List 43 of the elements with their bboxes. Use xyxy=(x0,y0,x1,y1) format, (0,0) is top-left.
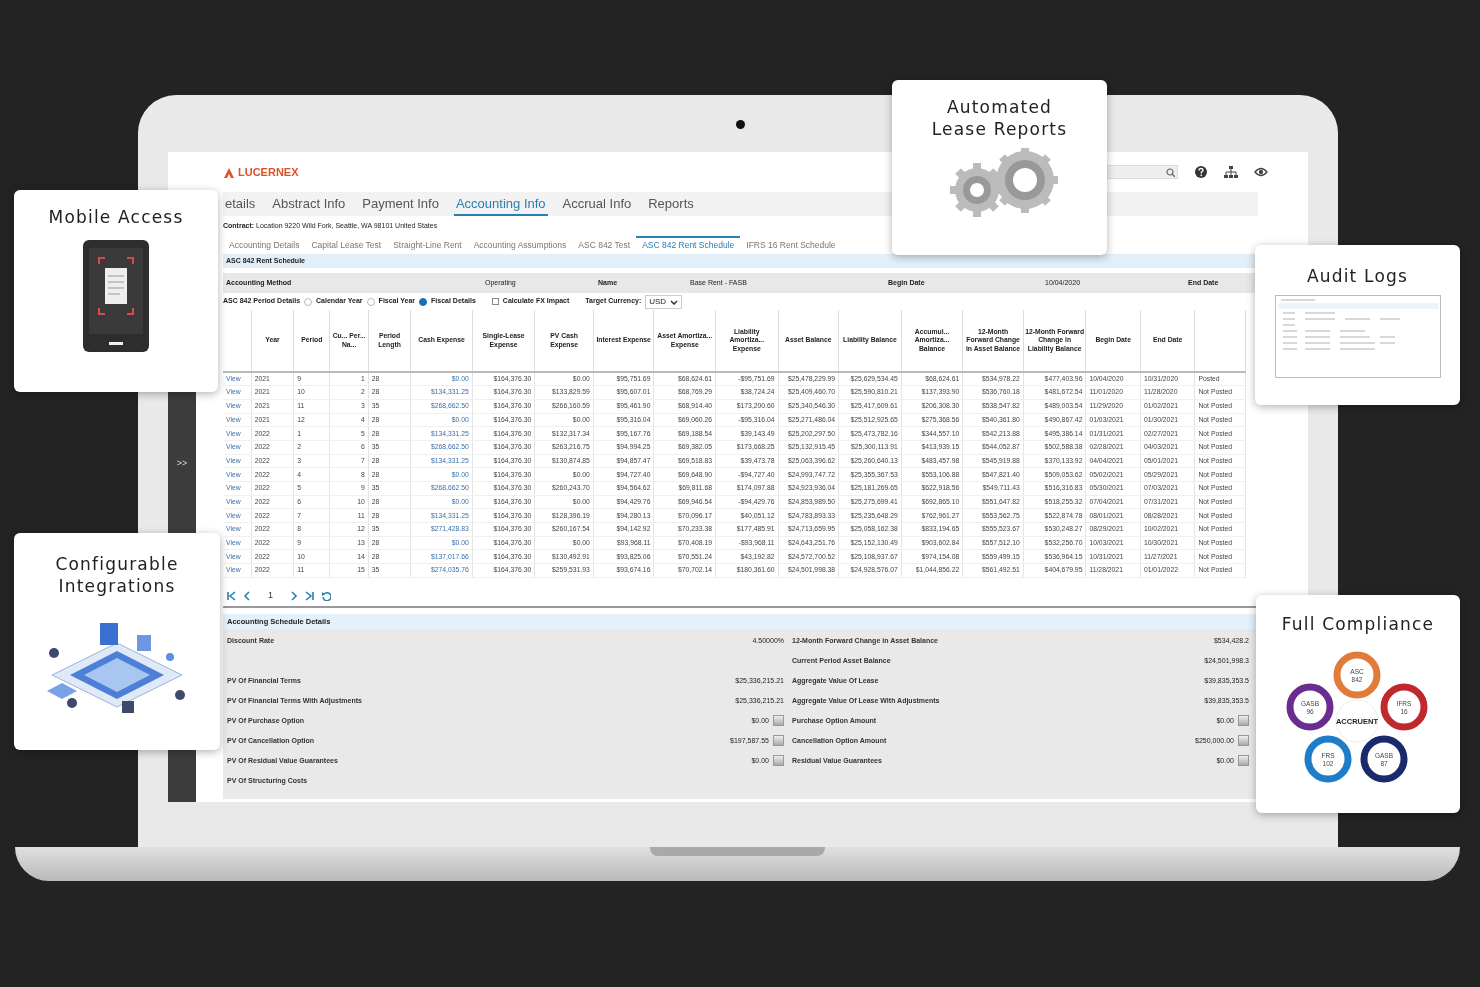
card-title: Configurable Integrations xyxy=(54,553,180,598)
card-title: Mobile Access xyxy=(48,206,184,229)
first-page-icon xyxy=(227,590,236,601)
page-number[interactable]: 1 xyxy=(268,589,273,603)
radio-button[interactable] xyxy=(304,297,313,306)
previous-page-icon xyxy=(243,590,251,601)
nav-tab[interactable]: etails xyxy=(223,196,258,216)
nav-tab[interactable]: Reports xyxy=(646,196,696,216)
next-page-icon xyxy=(290,590,298,601)
refresh-icon xyxy=(321,590,331,601)
radio-button[interactable] xyxy=(366,297,375,306)
checkbox[interactable] xyxy=(491,298,499,305)
calculator-button[interactable] xyxy=(773,715,784,727)
sub-tab[interactable]: Capital Lease Test xyxy=(305,236,388,254)
sub-tab[interactable]: Accounting Assumptions xyxy=(467,236,573,254)
eye-icon xyxy=(1254,166,1268,178)
calculator-button[interactable] xyxy=(1238,715,1249,727)
phone-icon xyxy=(81,238,151,355)
sub-tab[interactable]: ASC 842 Test xyxy=(572,236,637,254)
nav-tab[interactable]: Accounting Info xyxy=(453,196,548,216)
calculator-button[interactable] xyxy=(1238,755,1249,767)
hierarchy-icon xyxy=(1224,166,1238,178)
logo-text: LUCERNEX xyxy=(238,164,299,180)
calculator-button[interactable] xyxy=(773,735,784,747)
last-page-icon xyxy=(305,590,314,601)
nav-tab[interactable]: Payment Info xyxy=(360,196,441,216)
card-title: Audit Logs xyxy=(1306,265,1409,288)
nav-tab[interactable]: Abstract Info xyxy=(270,196,348,216)
nav-tab[interactable]: Accrual Info xyxy=(560,196,634,216)
search-icon xyxy=(1166,167,1175,177)
sub-tab[interactable]: IFRS 16 Rent Schedule xyxy=(740,236,842,254)
calculator-button[interactable] xyxy=(773,755,784,767)
radio-button[interactable] xyxy=(419,297,428,306)
sub-tab[interactable]: Accounting Details xyxy=(223,236,306,254)
sub-tab[interactable]: Straight-Line Rent xyxy=(387,236,468,254)
camera-dot xyxy=(736,120,745,129)
sidebar-toggle[interactable]: >> xyxy=(176,457,188,471)
help-icon xyxy=(1194,165,1208,179)
currency-dropdown[interactable]: USD xyxy=(645,294,683,309)
calculator-button[interactable] xyxy=(1238,735,1249,747)
card-title: Full Compliance xyxy=(1281,613,1435,636)
caret-icon xyxy=(670,298,679,305)
card-title: Automated Lease Reports xyxy=(930,96,1069,141)
